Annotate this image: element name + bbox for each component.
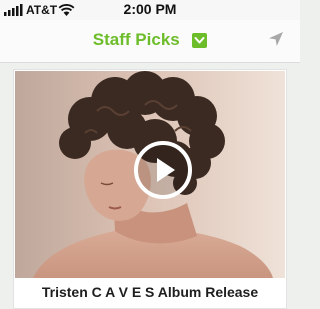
featured-photo[interactable] [15, 71, 285, 278]
status-bar: AT&T 2:00 PM [0, 0, 300, 20]
featured-event-card[interactable]: Tristen C A V E S Album Release [13, 69, 287, 309]
nav-title-selector[interactable]: Staff Picks [0, 30, 300, 50]
location-arrow-icon[interactable] [268, 31, 284, 47]
play-icon[interactable] [133, 140, 193, 200]
status-time: 2:00 PM [123, 1, 177, 17]
nav-bar: Staff Picks [0, 20, 300, 63]
event-title[interactable]: Tristen C A V E S Album Release [14, 284, 286, 300]
chevron-down-icon[interactable] [192, 32, 208, 48]
page-title: Staff Picks [92, 30, 180, 49]
